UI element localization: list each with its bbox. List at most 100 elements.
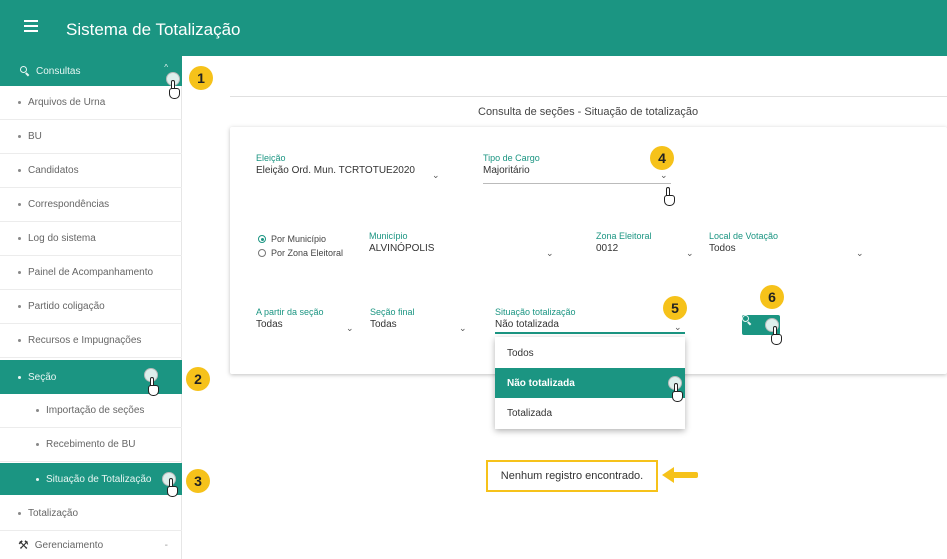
hand-pointer-icon — [145, 377, 161, 397]
bullet-icon — [18, 203, 21, 206]
situacao-totalizacao-label: Situação totalização — [495, 307, 576, 317]
bullet-icon — [36, 443, 39, 446]
situacao-dropdown-menu: Todos Não totalizada Totalizada — [495, 337, 685, 429]
secao-final-label: Seção final — [370, 307, 415, 317]
top-bar: Sistema de Totalização — [0, 0, 947, 56]
zona-eleitoral-value: 0012 — [596, 243, 619, 254]
step-badge-4: 4 — [650, 146, 674, 170]
sidebar-item-label: Correspondências — [28, 199, 110, 210]
sidebar-item-totalizacao[interactable]: Totalização — [0, 497, 182, 531]
arrow-left-icon — [662, 467, 698, 483]
sidebar-item-label: Recebimento de BU — [46, 439, 136, 450]
bullet-icon — [18, 237, 21, 240]
secao-final-value: Todas — [370, 319, 397, 330]
tipo-cargo-select[interactable]: Tipo de Cargo Majoritário — [483, 153, 671, 184]
chevron-down-icon[interactable]: ⌄ — [660, 170, 668, 181]
zona-eleitoral-select[interactable]: Zona Eleitoral 0012 — [596, 231, 652, 254]
chevron-down-icon[interactable]: ⌄ — [856, 248, 864, 259]
tipo-cargo-underline — [483, 183, 671, 184]
situacao-totalizacao-value: Não totalizada — [495, 319, 559, 330]
sidebar-item-label: Situação de Totalização — [46, 473, 152, 485]
radio-label: Por Município — [271, 234, 327, 244]
local-votacao-label: Local de Votação — [709, 231, 779, 241]
situacao-totalizacao-select[interactable]: Situação totalização Não totalizada — [495, 307, 685, 334]
municipio-select[interactable]: Município ALVINÓPOLIS — [369, 231, 434, 254]
local-votacao-select[interactable]: Local de Votação Todos — [709, 231, 778, 254]
hand-pointer-icon — [164, 478, 180, 498]
search-icon — [20, 66, 30, 77]
zona-eleitoral-label: Zona Eleitoral — [596, 231, 652, 241]
sidebar-subitem-importacao[interactable]: Importação de seções — [0, 394, 182, 428]
sidebar-item-label: Partido coligação — [28, 301, 105, 312]
dropdown-option-totalizada[interactable]: Totalizada — [495, 398, 685, 428]
sidebar-item-label: Consultas — [36, 65, 81, 77]
chevron-down-icon[interactable]: ⌄ — [546, 248, 554, 259]
sidebar-item-label: BU — [28, 131, 42, 142]
situacao-underline — [495, 332, 685, 334]
chevron-up-icon: ^ — [164, 63, 168, 72]
bullet-icon — [18, 135, 21, 138]
sidebar-item-label: Painel de Acompanhamento — [28, 267, 154, 278]
bullet-icon — [18, 271, 21, 274]
eleicao-select[interactable]: Eleição Eleição Ord. Mun. TCRTOTUE2020 — [256, 153, 415, 176]
secao-final-select[interactable]: Seção final Todas — [370, 307, 415, 330]
dropdown-option-nao-totalizada[interactable]: Não totalizada — [495, 368, 685, 398]
sidebar-item-label: Totalização — [28, 508, 79, 519]
municipio-label: Município — [369, 231, 408, 241]
step-badge-5: 5 — [663, 296, 687, 320]
sidebar-item-label: Importação de seções — [46, 405, 145, 416]
bullet-icon — [18, 169, 21, 172]
radio-label: Por Zona Eleitoral — [271, 248, 344, 258]
secao-inicio-value: Todas — [256, 319, 283, 330]
chevron-down-icon[interactable]: ⌄ — [459, 323, 467, 334]
sidebar-item-correspondencias[interactable]: Correspondências — [0, 188, 182, 222]
sidebar-subitem-situacao-totalizacao[interactable]: Situação de Totalização — [0, 463, 182, 495]
app-root: Sistema de Totalização Consultas ^ Arqui… — [0, 0, 947, 559]
step-badge-1: 1 — [189, 66, 213, 90]
sidebar-item-consultas[interactable]: Consultas ^ — [0, 56, 182, 86]
radio-por-municipio[interactable]: Por Município — [258, 234, 326, 244]
radio-unselected-icon — [258, 249, 266, 257]
tipo-cargo-label: Tipo de Cargo — [483, 153, 540, 163]
sidebar-item-painel[interactable]: Painel de Acompanhamento — [0, 256, 182, 290]
bullet-icon — [18, 339, 21, 342]
sidebar-item-candidatos[interactable]: Candidatos — [0, 154, 182, 188]
bullet-icon — [36, 477, 39, 481]
sidebar-subitem-recebimento-bu[interactable]: Recebimento de BU — [0, 428, 182, 462]
sidebar-item-label: Candidatos — [28, 165, 79, 176]
secao-inicio-select[interactable]: A partir da seção Todas — [256, 307, 324, 330]
title-divider — [230, 96, 947, 97]
dropdown-option-todos[interactable]: Todos — [495, 338, 685, 368]
bullet-icon — [18, 512, 21, 515]
sidebar-item-recursos[interactable]: Recursos e Impugnações — [0, 324, 182, 358]
step-badge-2: 2 — [186, 367, 210, 391]
step-badge-6: 6 — [760, 285, 784, 309]
page-title: Consulta de seções - Situação de totaliz… — [478, 106, 699, 118]
radio-selected-icon — [258, 235, 266, 243]
sidebar-item-partido-coligacao[interactable]: Partido coligação — [0, 290, 182, 324]
collapse-icon: - — [164, 539, 168, 551]
tipo-cargo-value: Majoritário — [483, 165, 530, 176]
local-votacao-value: Todos — [709, 243, 736, 254]
hamburger-menu-icon[interactable] — [24, 20, 38, 32]
sidebar-item-gerenciamento[interactable]: ⚒ Gerenciamento - — [0, 531, 182, 559]
bullet-icon — [18, 375, 21, 379]
app-title: Sistema de Totalização — [66, 20, 241, 39]
hand-pointer-icon — [669, 383, 685, 403]
hand-pointer-icon — [768, 326, 784, 346]
sidebar-item-bu[interactable]: BU — [0, 120, 182, 154]
chevron-down-icon[interactable]: ⌄ — [346, 323, 354, 334]
secao-inicio-label: A partir da seção — [256, 307, 324, 317]
chevron-down-icon[interactable]: ⌄ — [674, 322, 682, 333]
chevron-down-icon[interactable]: ⌄ — [686, 248, 694, 259]
municipio-value: ALVINÓPOLIS — [369, 243, 435, 254]
sidebar-item-arquivos-de-urna[interactable]: Arquivos de Urna — [0, 86, 182, 120]
sidebar-item-label: Recursos e Impugnações — [28, 335, 142, 346]
empty-result-message: Nenhum registro encontrado. — [486, 460, 658, 492]
sidebar: Consultas ^ Arquivos de Urna BU Candidat… — [0, 56, 182, 559]
sidebar-item-label: Gerenciamento — [34, 539, 104, 551]
bullet-icon — [36, 409, 39, 412]
sidebar-item-log-do-sistema[interactable]: Log do sistema — [0, 222, 182, 256]
chevron-down-icon[interactable]: ⌄ — [432, 170, 440, 181]
radio-por-zona-eleitoral[interactable]: Por Zona Eleitoral — [258, 248, 343, 258]
